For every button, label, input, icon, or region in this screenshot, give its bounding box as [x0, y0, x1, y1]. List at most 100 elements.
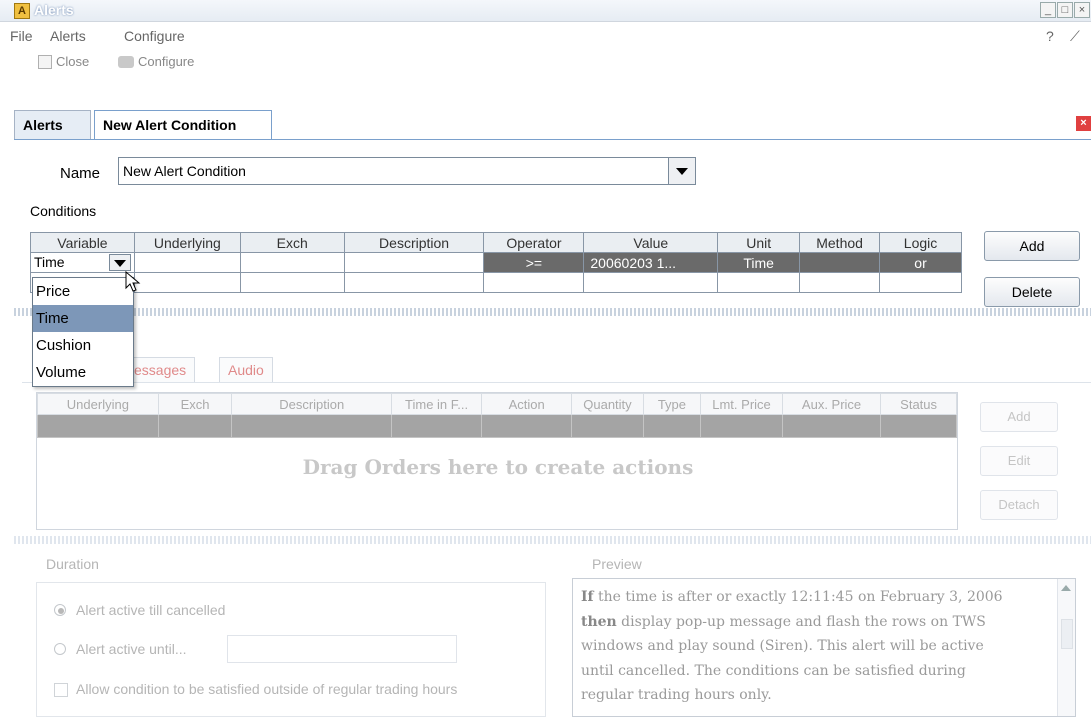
preview-line: display pop-up message and flash the row…: [616, 613, 986, 630]
table-row[interactable]: Time >= 20060203 1... Time or: [30, 252, 962, 273]
chevron-down-icon: [114, 260, 126, 267]
conditions-label: Conditions: [30, 203, 97, 219]
exch-cell[interactable]: [239, 252, 345, 273]
mouse-cursor-icon: [125, 270, 141, 292]
minimize-button[interactable]: _: [1040, 2, 1056, 18]
preview-then-word: then: [581, 613, 617, 630]
table-row[interactable]: [30, 272, 962, 293]
tab-new-alert-condition[interactable]: New Alert Condition: [94, 110, 272, 140]
toolbar-configure-button[interactable]: Configure: [138, 54, 194, 69]
method-cell[interactable]: [799, 252, 881, 273]
radio-active-until[interactable]: [54, 643, 66, 655]
menu-configure[interactable]: Configure: [124, 28, 185, 44]
column-header-unit[interactable]: Unit: [717, 232, 801, 253]
menu-alerts[interactable]: Alerts: [50, 28, 86, 44]
unit-cell[interactable]: Time: [717, 252, 801, 273]
dropdown-option-volume[interactable]: Volume: [33, 359, 133, 386]
tab-messages[interactable]: essages: [126, 357, 196, 383]
lower-tab-line: [22, 382, 1091, 383]
maximize-button[interactable]: □: [1057, 2, 1073, 18]
delete-condition-button[interactable]: Delete: [984, 277, 1080, 307]
name-input[interactable]: New Alert Condition: [118, 157, 670, 185]
preview-title: Preview: [592, 556, 642, 572]
close-tab-icon[interactable]: ×: [1076, 116, 1091, 131]
variable-dropdown-list: Price Time Cushion Volume: [32, 277, 134, 387]
preview-line: the time is after or exactly 12:11:45 on…: [593, 589, 1003, 605]
dropdown-option-time[interactable]: Time: [33, 305, 133, 332]
drag-orders-message: Drag Orders here to create actions: [302, 455, 694, 479]
operator-cell[interactable]: [483, 272, 585, 293]
logic-cell[interactable]: [879, 272, 962, 293]
name-dropdown-button[interactable]: [668, 157, 696, 185]
orders-header-row: Underlying Exch Description Time in F...…: [37, 393, 957, 415]
toolbar-close-button[interactable]: Close: [56, 54, 89, 69]
preview-line: windows and play sound (Siren). This ale…: [581, 638, 984, 654]
help-icon[interactable]: ?: [1046, 28, 1054, 44]
title-bar: A Alerts _ □ ×: [0, 0, 1091, 22]
column-header-exch[interactable]: Exch: [239, 232, 345, 253]
conditions-header-row: Variable Underlying Exch Description Ope…: [30, 232, 962, 253]
edit-order-button[interactable]: Edit: [980, 446, 1058, 476]
configure-icon: [118, 56, 134, 68]
scroll-up-icon[interactable]: [1061, 585, 1071, 591]
tab-audio[interactable]: Audio: [219, 357, 273, 383]
underlying-cell[interactable]: [133, 252, 241, 273]
preview-panel: If the time is after or exactly 12:11:45…: [572, 578, 1076, 717]
radio-till-cancelled[interactable]: [54, 604, 66, 616]
preview-if-word: If: [581, 589, 594, 605]
dropdown-option-price[interactable]: Price: [33, 278, 133, 305]
unit-cell[interactable]: [717, 272, 801, 293]
column-header-exch[interactable]: Exch: [157, 393, 233, 415]
exch-cell[interactable]: [239, 272, 345, 293]
column-header-description[interactable]: Description: [343, 232, 485, 253]
column-header-variable[interactable]: Variable: [30, 232, 135, 253]
variable-combo-button[interactable]: [109, 254, 131, 271]
menu-file[interactable]: File: [10, 28, 33, 44]
description-cell[interactable]: [343, 252, 485, 273]
conditions-table: Variable Underlying Exch Description Ope…: [30, 232, 962, 293]
column-header-operator[interactable]: Operator: [483, 232, 585, 253]
column-header-lmt-price[interactable]: Lmt. Price: [700, 393, 783, 415]
preview-text: If the time is after or exactly 12:11:45…: [581, 585, 1041, 708]
value-cell[interactable]: 20060203 1...: [583, 252, 719, 273]
window-title: Alerts: [34, 2, 74, 18]
column-header-quantity[interactable]: Quantity: [571, 393, 644, 415]
column-header-underlying[interactable]: Underlying: [133, 232, 241, 253]
column-header-aux-price[interactable]: Aux. Price: [781, 393, 882, 415]
column-header-description[interactable]: Description: [231, 393, 393, 415]
outside-hours-label: Allow condition to be satisfied outside …: [76, 681, 458, 697]
close-window-button[interactable]: ×: [1074, 2, 1090, 18]
operator-cell[interactable]: >=: [483, 252, 585, 273]
column-header-time-in-force[interactable]: Time in F...: [391, 393, 483, 415]
splitter-handle[interactable]: [14, 536, 1091, 544]
pin-icon[interactable]: ⟋: [1070, 28, 1080, 45]
variable-combo-value[interactable]: Time: [34, 254, 65, 270]
column-header-logic[interactable]: Logic: [879, 232, 962, 253]
column-header-underlying[interactable]: Underlying: [37, 393, 159, 415]
logic-cell[interactable]: or: [879, 252, 962, 273]
preview-scrollbar[interactable]: [1057, 579, 1075, 716]
orders-panel: Underlying Exch Description Time in F...…: [36, 392, 958, 530]
splitter-handle[interactable]: [14, 308, 1091, 316]
description-cell[interactable]: [343, 272, 485, 293]
outside-hours-checkbox[interactable]: [54, 683, 68, 697]
underlying-cell[interactable]: [133, 272, 241, 293]
column-header-value[interactable]: Value: [583, 232, 719, 253]
tab-alerts[interactable]: Alerts: [14, 110, 91, 140]
add-condition-button[interactable]: Add: [984, 231, 1080, 261]
method-cell[interactable]: [799, 272, 881, 293]
column-header-method[interactable]: Method: [799, 232, 881, 253]
preview-line: regular trading hours only.: [581, 687, 772, 703]
detach-order-button[interactable]: Detach: [980, 490, 1058, 520]
add-order-button[interactable]: Add: [980, 402, 1058, 432]
value-cell[interactable]: [583, 272, 719, 293]
table-row[interactable]: [37, 414, 957, 438]
variable-cell[interactable]: Time: [30, 252, 135, 273]
dropdown-option-cushion[interactable]: Cushion: [33, 332, 133, 359]
scroll-thumb[interactable]: [1061, 619, 1073, 649]
active-until-input[interactable]: [227, 635, 457, 663]
column-header-type[interactable]: Type: [642, 393, 702, 415]
orders-table: Underlying Exch Description Time in F...…: [37, 393, 957, 438]
column-header-status[interactable]: Status: [880, 393, 957, 415]
column-header-action[interactable]: Action: [481, 393, 573, 415]
